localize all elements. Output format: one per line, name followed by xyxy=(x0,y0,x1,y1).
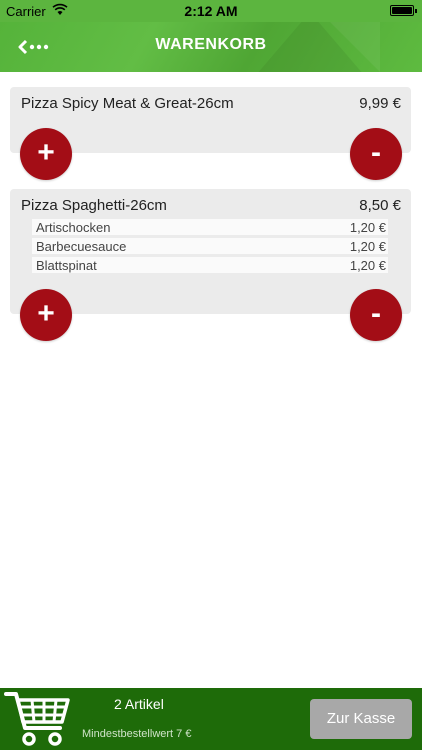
extra-row: Artischocken 1,20 € xyxy=(32,219,388,235)
item-price: 9,99 € xyxy=(359,95,401,112)
extra-price: 1,20 € xyxy=(349,239,386,254)
plus-icon: + xyxy=(37,297,55,330)
navigation-bar: WARENKORB xyxy=(0,22,422,72)
extra-price: 1,20 € xyxy=(349,220,386,235)
increase-quantity-button[interactable]: + xyxy=(20,128,72,180)
shopping-cart-icon[interactable] xyxy=(4,690,70,748)
extra-name: Artischocken xyxy=(36,220,111,235)
item-name: Pizza Spaghetti-26cm xyxy=(21,197,167,214)
battery-icon xyxy=(390,5,417,16)
checkout-button[interactable]: Zur Kasse xyxy=(310,699,412,739)
extra-price: 1,20 € xyxy=(349,258,386,273)
extra-row: Blattspinat 1,20 € xyxy=(32,257,388,273)
minus-icon: - xyxy=(371,136,381,169)
extra-row: Barbecuesauce 1,20 € xyxy=(32,238,388,254)
status-bar: Carrier 2:12 AM xyxy=(0,0,422,22)
decrease-quantity-button[interactable]: - xyxy=(350,289,402,341)
increase-quantity-button[interactable]: + xyxy=(20,289,72,341)
extra-name: Blattspinat xyxy=(36,258,97,273)
decrease-quantity-button[interactable]: - xyxy=(350,128,402,180)
page-title: WARENKORB xyxy=(155,36,267,53)
extra-name: Barbecuesauce xyxy=(36,239,127,254)
checkout-footer: 2 Artikel Mindestbestellwert 7 € Zur Kas… xyxy=(0,688,422,750)
status-time: 2:12 AM xyxy=(184,3,238,19)
minimum-order-value: Mindestbestellwert 7 € xyxy=(82,728,192,740)
plus-icon: + xyxy=(37,136,55,169)
article-count: 2 Artikel xyxy=(114,696,164,712)
item-price: 8,50 € xyxy=(359,197,401,214)
item-name: Pizza Spicy Meat & Great-26cm xyxy=(21,95,234,112)
minus-icon: - xyxy=(371,297,381,330)
